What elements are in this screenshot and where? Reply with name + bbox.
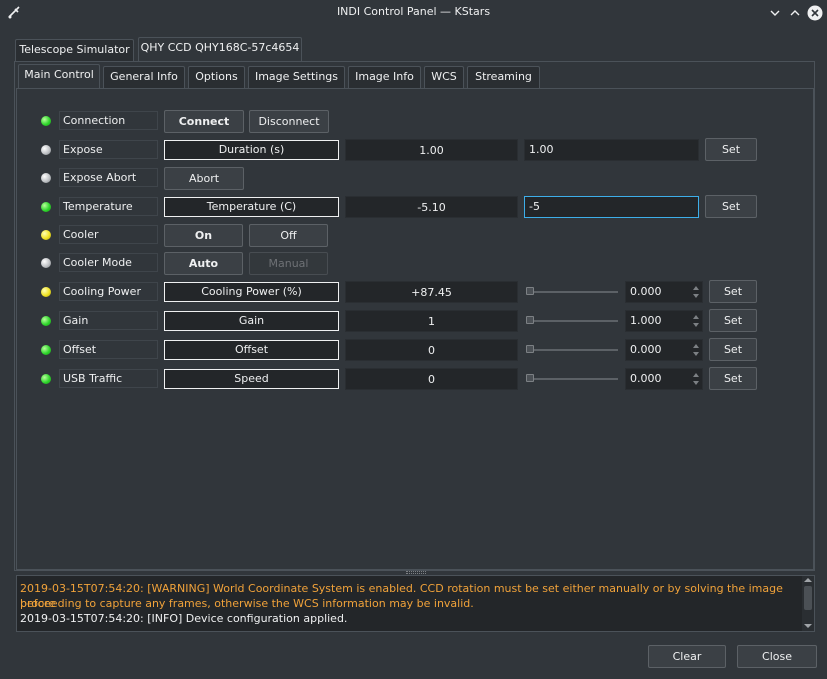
cooling-power-value: +87.45 xyxy=(345,281,518,303)
tab-streaming[interactable]: Streaming xyxy=(467,66,540,88)
offset-label: Offset xyxy=(59,340,158,359)
tab-image-settings[interactable]: Image Settings xyxy=(248,66,345,88)
gain-label: Gain xyxy=(59,311,158,330)
usb-traffic-label: USB Traffic xyxy=(59,369,158,388)
spin-arrows-icon[interactable] xyxy=(692,313,700,329)
connection-status-led xyxy=(41,116,51,126)
clear-button[interactable]: Clear xyxy=(648,645,726,668)
abort-button[interactable]: Abort xyxy=(164,167,244,190)
temperature-input[interactable]: -5 xyxy=(524,196,699,218)
temperature-set-button[interactable]: Set xyxy=(705,195,757,218)
gain-spinbox[interactable]: 1.000 xyxy=(625,310,703,332)
usb-traffic-spin-value: 0.000 xyxy=(630,372,662,385)
connection-label: Connection xyxy=(59,111,158,130)
scroll-up-icon[interactable] xyxy=(804,577,812,583)
offset-slider-handle[interactable] xyxy=(526,345,534,353)
usb-traffic-slider-track xyxy=(528,378,618,380)
splitter-handle[interactable] xyxy=(406,571,426,574)
offset-set-button[interactable]: Set xyxy=(709,338,757,361)
cooler-mode-label: Cooler Mode xyxy=(59,253,158,272)
temperature-label: Temperature xyxy=(59,197,158,216)
gain-element-label: Gain xyxy=(164,311,339,331)
expose-abort-status-led xyxy=(41,173,51,183)
offset-spin-value: 0.000 xyxy=(630,343,662,356)
log-scroll-thumb[interactable] xyxy=(804,586,812,610)
expose-set-button[interactable]: Set xyxy=(705,138,757,161)
tab-wcs[interactable]: WCS xyxy=(424,66,464,88)
gain-status-led xyxy=(41,316,51,326)
usb-traffic-slider-handle[interactable] xyxy=(526,374,534,382)
duration-value: 1.00 xyxy=(345,139,518,161)
log-info-line: 2019-03-15T07:54:20: [INFO] Device confi… xyxy=(20,612,348,625)
offset-spinbox[interactable]: 0.000 xyxy=(625,339,703,361)
duration-input[interactable]: 1.00 xyxy=(524,139,699,161)
window-title: INDI Control Panel — KStars xyxy=(336,5,491,18)
usb-traffic-value: 0 xyxy=(345,368,518,390)
spin-arrows-icon[interactable] xyxy=(692,371,700,387)
cooling-power-status-led xyxy=(41,287,51,297)
cooler-status-led xyxy=(41,230,51,240)
gain-value: 1 xyxy=(345,310,518,332)
cooling-power-spin-value: 0.000 xyxy=(630,285,662,298)
offset-element-label: Offset xyxy=(164,340,339,360)
gain-set-button[interactable]: Set xyxy=(709,309,757,332)
usb-traffic-spinbox[interactable]: 0.000 xyxy=(625,368,703,390)
gain-slider-handle[interactable] xyxy=(526,316,534,324)
tab-telescope-simulator[interactable]: Telescope Simulator xyxy=(15,39,134,61)
tab-qhy-ccd[interactable]: QHY CCD QHY168C-57c4654 xyxy=(138,37,302,61)
connect-button[interactable]: Connect xyxy=(164,110,244,133)
close-window-icon[interactable] xyxy=(806,4,824,22)
cooling-power-element-label: Cooling Power (%) xyxy=(164,282,339,302)
expose-status-led xyxy=(41,145,51,155)
cooler-on-button[interactable]: On xyxy=(164,224,243,247)
tab-options[interactable]: Options xyxy=(188,66,245,88)
spin-arrows-icon[interactable] xyxy=(692,284,700,300)
disconnect-button[interactable]: Disconnect xyxy=(249,110,329,133)
usb-traffic-status-led xyxy=(41,374,51,384)
speed-element-label: Speed xyxy=(164,369,339,389)
temperature-value: -5.10 xyxy=(345,196,518,218)
log-warning-line-2: proceeding to capture any frames, otherw… xyxy=(20,597,474,610)
offset-slider-track xyxy=(528,349,618,351)
cooling-power-label: Cooling Power xyxy=(59,282,158,301)
offset-status-led xyxy=(41,345,51,355)
spin-arrows-icon[interactable] xyxy=(692,342,700,358)
duration-element-label: Duration (s) xyxy=(164,140,339,160)
cooler-mode-status-led xyxy=(41,258,51,268)
maximize-icon[interactable] xyxy=(786,4,804,22)
temperature-status-led xyxy=(41,202,51,212)
usb-traffic-set-button[interactable]: Set xyxy=(709,367,757,390)
expose-abort-label: Expose Abort xyxy=(59,168,158,187)
log-scrollbar[interactable] xyxy=(802,576,814,631)
scroll-down-icon[interactable] xyxy=(804,623,812,629)
tab-image-info[interactable]: Image Info xyxy=(348,66,421,88)
cooler-mode-auto-button[interactable]: Auto xyxy=(164,252,243,275)
cooling-power-slider-handle[interactable] xyxy=(526,287,534,295)
cooler-label: Cooler xyxy=(59,225,158,244)
tab-general-info[interactable]: General Info xyxy=(103,66,185,88)
tab-main-control[interactable]: Main Control xyxy=(18,64,100,88)
cooling-power-spinbox[interactable]: 0.000 xyxy=(625,281,703,303)
cooler-off-button[interactable]: Off xyxy=(249,224,328,247)
cooling-power-slider-track xyxy=(528,291,618,293)
gain-slider-track xyxy=(528,320,618,322)
expose-label: Expose xyxy=(59,140,158,159)
close-button[interactable]: Close xyxy=(737,645,817,668)
cooling-power-set-button[interactable]: Set xyxy=(709,280,757,303)
offset-value: 0 xyxy=(345,339,518,361)
temperature-element-label: Temperature (C) xyxy=(164,197,339,217)
minimize-icon[interactable] xyxy=(766,4,784,22)
message-log[interactable]: 2019-03-15T07:54:20: [WARNING] World Coo… xyxy=(16,575,815,632)
gain-spin-value: 1.000 xyxy=(630,314,662,327)
cooler-mode-manual-button[interactable]: Manual xyxy=(249,252,328,275)
title-bar: INDI Control Panel — KStars xyxy=(0,0,827,26)
